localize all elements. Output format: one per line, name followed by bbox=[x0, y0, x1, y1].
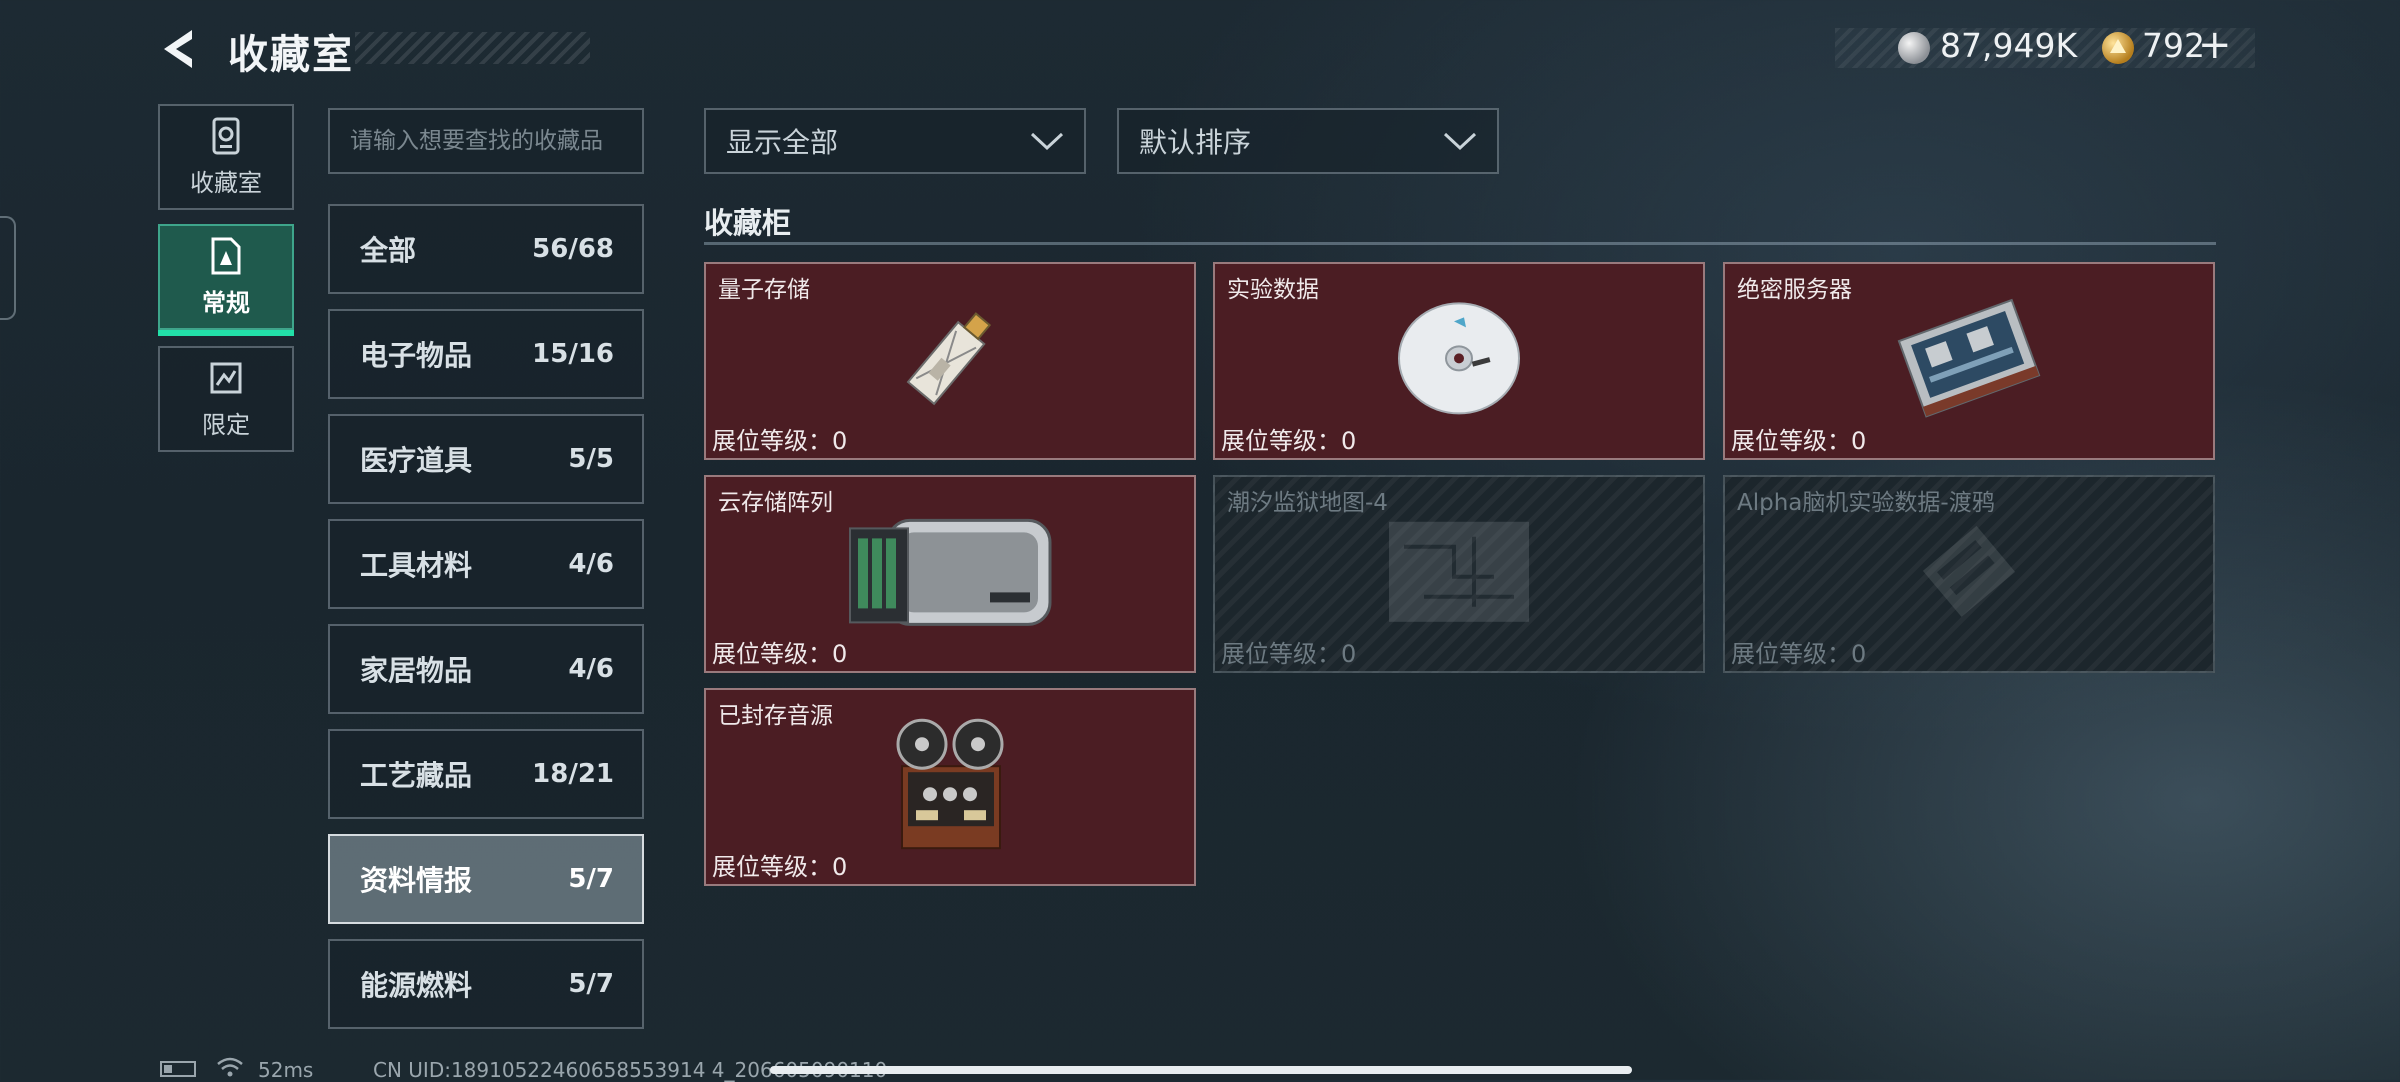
item-display-level: 展位等级：0 bbox=[712, 640, 848, 668]
data-drive-icon bbox=[1922, 525, 2016, 617]
category-name: 电子物品 bbox=[360, 339, 473, 372]
silver-currency-value: 87,949K bbox=[1940, 26, 2078, 65]
category-household[interactable]: 家居物品 4/6 bbox=[328, 624, 644, 714]
item-card-secret-server[interactable]: 绝密服务器 展位等级：0 bbox=[1723, 262, 2215, 460]
search-field[interactable] bbox=[328, 108, 644, 174]
search-input[interactable] bbox=[330, 110, 642, 172]
limited-icon bbox=[210, 362, 242, 393]
nav-tab-label: 限定 bbox=[202, 410, 250, 439]
silver-coin-icon bbox=[1898, 32, 1930, 64]
title-decoration bbox=[355, 32, 590, 64]
category-tools[interactable]: 工具材料 4/6 bbox=[328, 519, 644, 609]
sort-dropdown[interactable]: 默认排序 bbox=[1117, 108, 1499, 174]
category-count: 4/6 bbox=[568, 654, 614, 684]
item-display-level: 展位等级：0 bbox=[1731, 427, 1867, 455]
category-count: 5/7 bbox=[568, 969, 614, 999]
category-energy[interactable]: 能源燃料 5/7 bbox=[328, 939, 644, 1029]
item-name: 实验数据 bbox=[1227, 277, 1319, 303]
item-name: 潮汐监狱地图-4 bbox=[1227, 490, 1388, 516]
item-name: 已封存音源 bbox=[718, 703, 833, 729]
category-name: 工具材料 bbox=[360, 549, 473, 582]
nav-tab-collection[interactable]: 收藏室 bbox=[158, 104, 294, 210]
category-name: 能源燃料 bbox=[360, 969, 473, 1002]
item-card-cloud-storage-array[interactable]: 云存储阵列 展位等级：0 bbox=[704, 475, 1196, 673]
reel-recorder-icon bbox=[896, 718, 1004, 850]
item-card-experiment-data[interactable]: 实验数据 展位等级：0 bbox=[1213, 262, 1705, 460]
collection-icon bbox=[212, 117, 240, 154]
storage-array-icon bbox=[849, 518, 1052, 626]
add-currency-button[interactable]: + bbox=[2198, 22, 2232, 68]
item-name: 云存储阵列 bbox=[718, 490, 833, 516]
item-name: 量子存储 bbox=[718, 277, 810, 303]
battery-icon bbox=[160, 1061, 196, 1077]
nav-tab-limited[interactable]: 限定 bbox=[158, 346, 294, 452]
back-arrow-icon[interactable] bbox=[156, 26, 202, 72]
category-count: 5/7 bbox=[568, 864, 614, 894]
category-name: 工艺藏品 bbox=[360, 759, 473, 792]
category-medical[interactable]: 医疗道具 5/5 bbox=[328, 414, 644, 504]
ping-readout: 52ms bbox=[258, 1058, 314, 1082]
item-display-level: 展位等级：0 bbox=[712, 853, 848, 881]
item-card-tidal-prison-map[interactable]: 潮汐监狱地图-4 展位等级：0 bbox=[1213, 475, 1705, 673]
item-display-level: 展位等级：0 bbox=[1731, 640, 1867, 668]
dropdown-value: 默认排序 bbox=[1139, 126, 1252, 159]
section-title: 收藏柜 bbox=[704, 206, 792, 240]
category-count: 5/5 bbox=[568, 444, 614, 474]
quantum-storage-icon bbox=[906, 312, 992, 406]
section-divider bbox=[704, 242, 2216, 245]
category-count: 15/16 bbox=[532, 339, 614, 369]
category-intel[interactable]: 资料情报 5/7 bbox=[328, 834, 644, 924]
category-count: 18/21 bbox=[532, 759, 614, 789]
side-drawer-handle[interactable] bbox=[0, 216, 16, 320]
item-display-level: 展位等级：0 bbox=[1221, 640, 1357, 668]
display-filter-dropdown[interactable]: 显示全部 bbox=[704, 108, 1086, 174]
page-title: 收藏室 bbox=[228, 32, 354, 78]
category-count: 56/68 bbox=[532, 234, 614, 264]
category-name: 医疗道具 bbox=[360, 444, 473, 477]
home-indicator[interactable] bbox=[770, 1066, 1632, 1074]
gold-currency-value: 792 bbox=[2142, 26, 2205, 65]
wifi-icon bbox=[217, 1057, 243, 1077]
regular-icon bbox=[211, 237, 241, 274]
map-icon bbox=[1389, 521, 1529, 622]
chevron-down-icon bbox=[1030, 132, 1064, 151]
item-display-level: 展位等级：0 bbox=[712, 427, 848, 455]
item-card-quantum-storage[interactable]: 量子存储 展位等级：0 bbox=[704, 262, 1196, 460]
data-disc-icon bbox=[1398, 302, 1520, 415]
dropdown-value: 显示全部 bbox=[726, 126, 839, 159]
category-name: 资料情报 bbox=[360, 864, 473, 897]
category-all[interactable]: 全部 56/68 bbox=[328, 204, 644, 294]
category-count: 4/6 bbox=[568, 549, 614, 579]
nav-tab-regular[interactable]: 常规 bbox=[158, 224, 294, 336]
gold-coin-icon bbox=[2102, 32, 2134, 64]
chevron-down-icon bbox=[1443, 132, 1477, 151]
category-name: 家居物品 bbox=[360, 654, 473, 687]
item-card-alpha-bci-data[interactable]: Alpha脑机实验数据-渡鸦 展位等级：0 bbox=[1723, 475, 2215, 673]
category-name: 全部 bbox=[360, 234, 417, 267]
category-electronics[interactable]: 电子物品 15/16 bbox=[328, 309, 644, 399]
category-crafts[interactable]: 工艺藏品 18/21 bbox=[328, 729, 644, 819]
server-icon bbox=[1897, 298, 2041, 418]
nav-tab-label: 收藏室 bbox=[190, 168, 262, 197]
item-display-level: 展位等级：0 bbox=[1221, 427, 1357, 455]
nav-tab-label: 常规 bbox=[202, 288, 250, 317]
item-card-sealed-audio-source[interactable]: 已封存音源 展位等级：0 bbox=[704, 688, 1196, 886]
item-name: 绝密服务器 bbox=[1737, 277, 1852, 303]
